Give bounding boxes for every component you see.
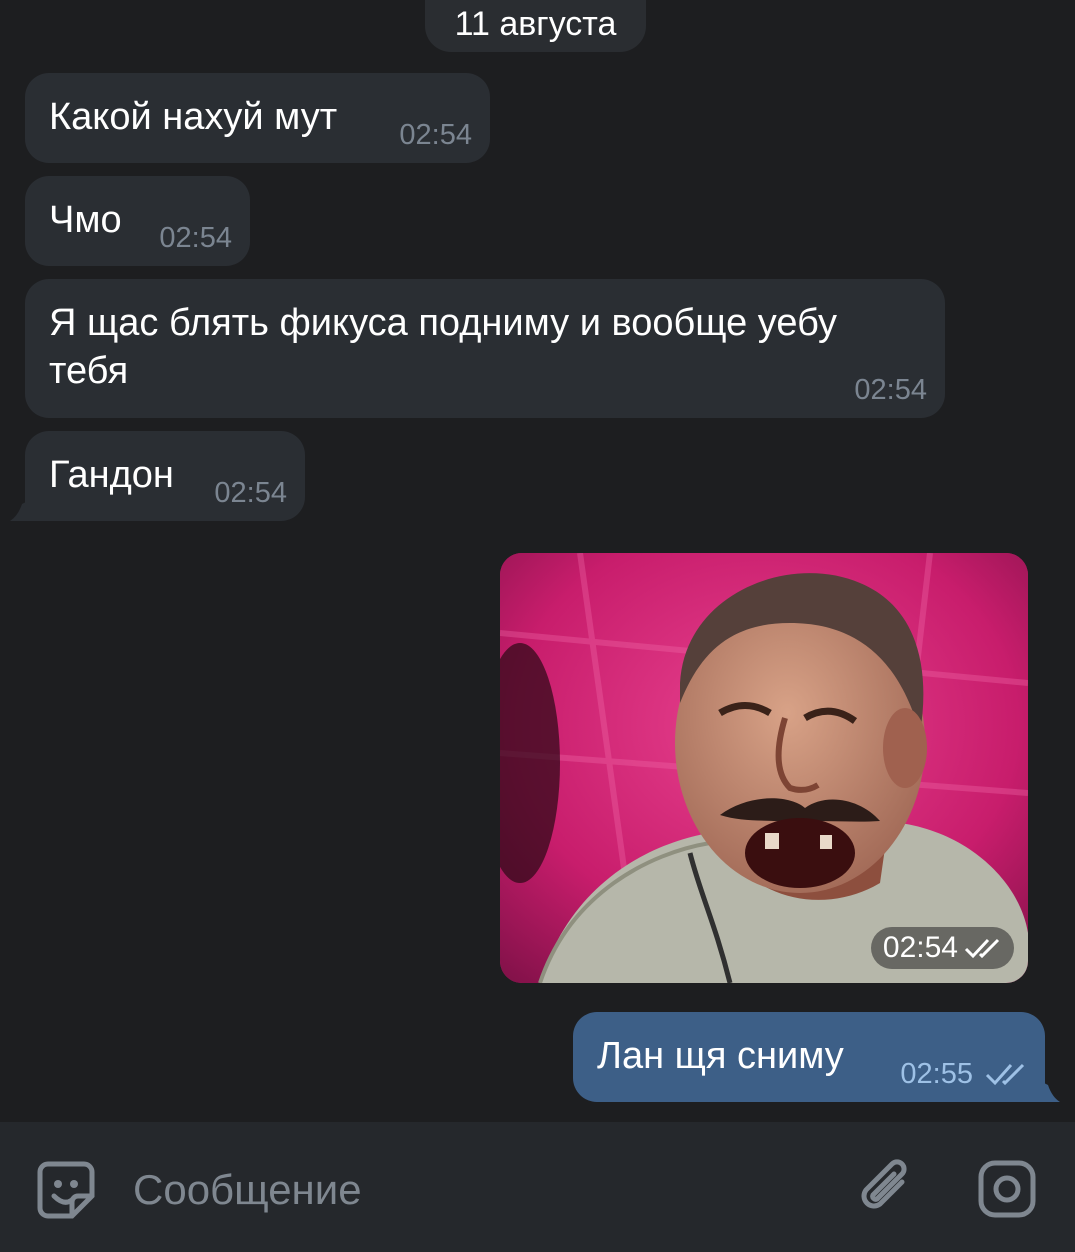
incoming-message[interactable]: Гандон 02:54 (25, 431, 305, 521)
camera-button[interactable] (977, 1159, 1037, 1219)
message-time: 02:54 (214, 477, 287, 509)
message-input[interactable]: Сообщение (133, 1164, 362, 1216)
message-text-line: Я щас блять фикуса подниму и вообще уебу (49, 302, 838, 344)
message-time: 02:55 (900, 1058, 973, 1090)
chat-area: 11 августа Какой нахуй мут 02:54 Чмо 02:… (0, 0, 1075, 1122)
message-text: Гандон (49, 454, 174, 496)
paperclip-icon (861, 1159, 907, 1209)
sticker-icon (37, 1161, 95, 1219)
message-time: 02:54 (854, 374, 927, 406)
incoming-message[interactable]: Какой нахуй мут 02:54 (25, 73, 490, 163)
incoming-message[interactable]: Я щас блять фикуса подниму и вообще уебу… (25, 279, 945, 418)
incoming-message[interactable]: Чмо 02:54 (25, 176, 250, 266)
message-text: Лан щя сниму (597, 1035, 844, 1077)
attach-button[interactable] (858, 1158, 914, 1218)
bubble-tail-icon (1040, 1081, 1060, 1102)
sticker-button[interactable] (36, 1160, 96, 1220)
laughing-man-meme-icon (500, 553, 1028, 983)
sticker-time-badge: 02:54 (870, 927, 1014, 969)
camera-icon (978, 1160, 1036, 1218)
message-text: Какой нахуй мут (49, 96, 338, 138)
message-time: 02:54 (399, 119, 472, 151)
double-check-icon (985, 1063, 1025, 1086)
double-check-icon (964, 938, 1000, 959)
message-text-line: тебя (49, 350, 129, 392)
bubble-tail-icon (10, 500, 30, 521)
sticker-time: 02:54 (882, 931, 958, 964)
message-time: 02:54 (159, 222, 232, 254)
message-text: Чмо (49, 199, 122, 241)
date-separator: 11 августа (425, 0, 646, 52)
outgoing-message[interactable]: Лан щя сниму 02:55 (573, 1012, 1045, 1102)
sticker-image[interactable]: 02:54 (500, 553, 1028, 983)
message-input-placeholder: Сообщение (133, 1166, 362, 1213)
